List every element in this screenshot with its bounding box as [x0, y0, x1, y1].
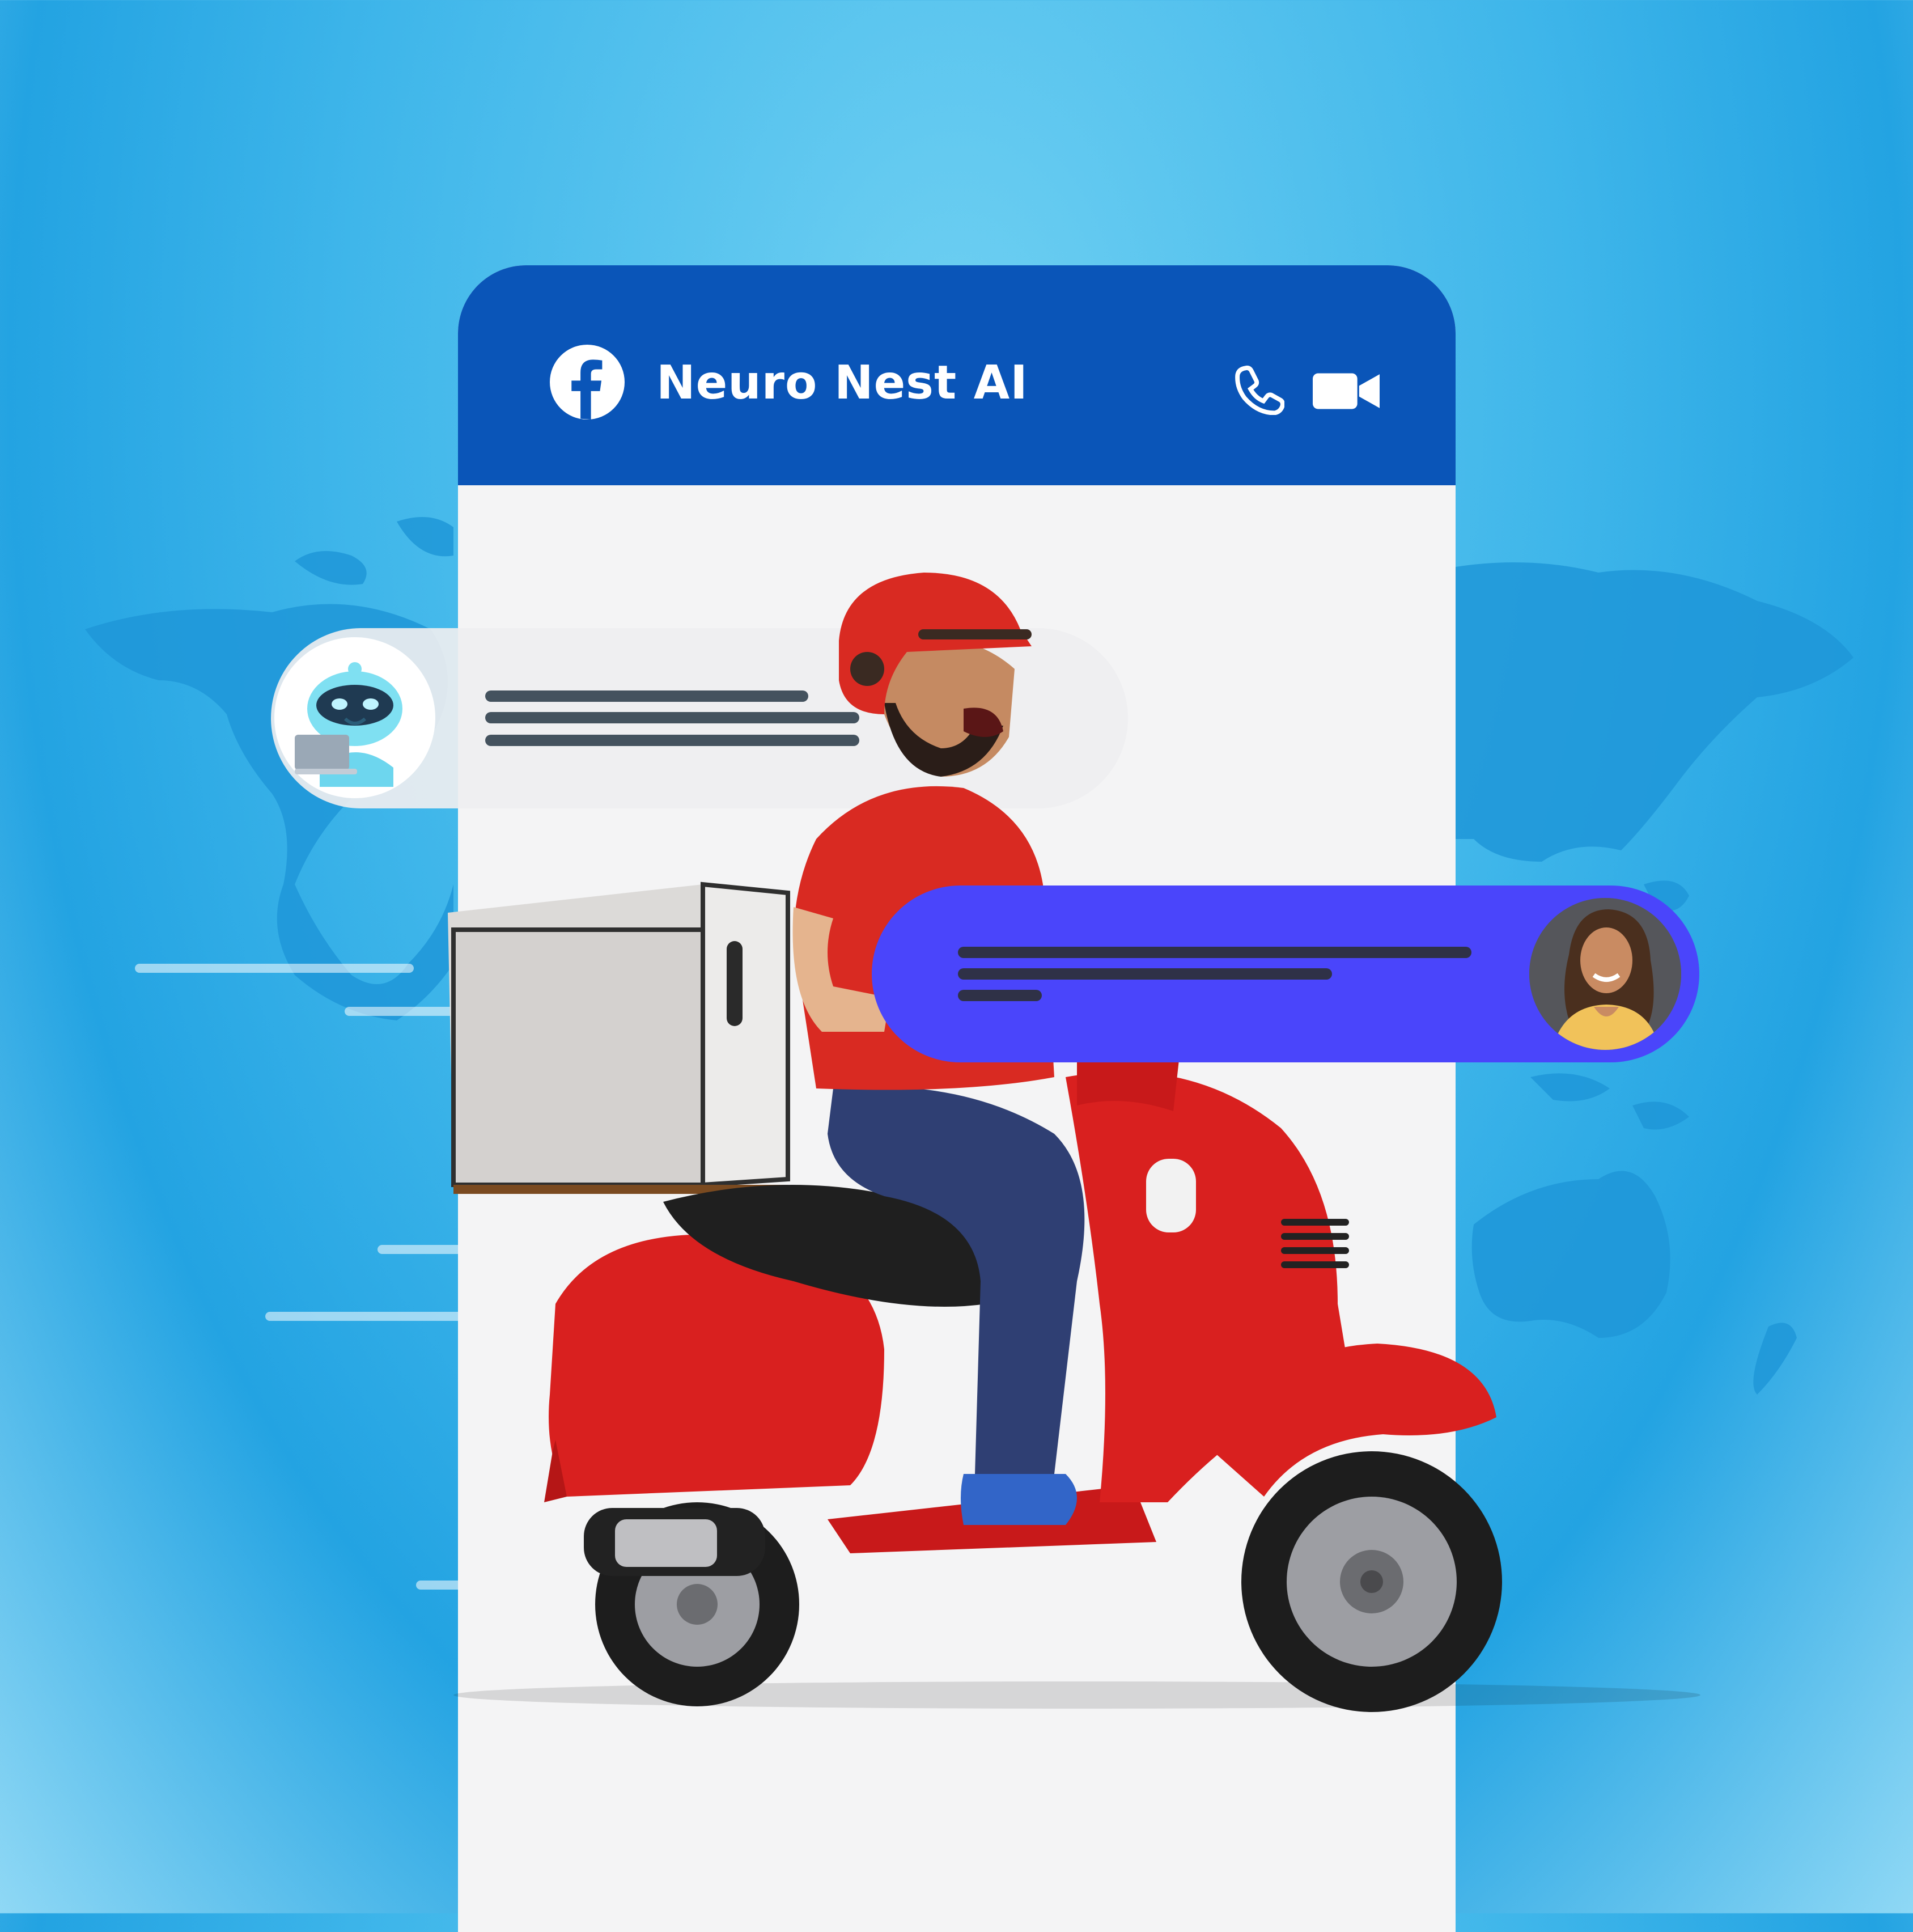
- message-text-line: [958, 968, 1332, 980]
- woman-portrait: [1529, 898, 1681, 1050]
- message-text-line: [958, 990, 1042, 1001]
- woman-avatar[interactable]: [1529, 898, 1681, 1050]
- message-text-line: [958, 947, 1471, 958]
- delivery-box: [448, 882, 790, 1194]
- front-wheel: [1241, 1451, 1502, 1712]
